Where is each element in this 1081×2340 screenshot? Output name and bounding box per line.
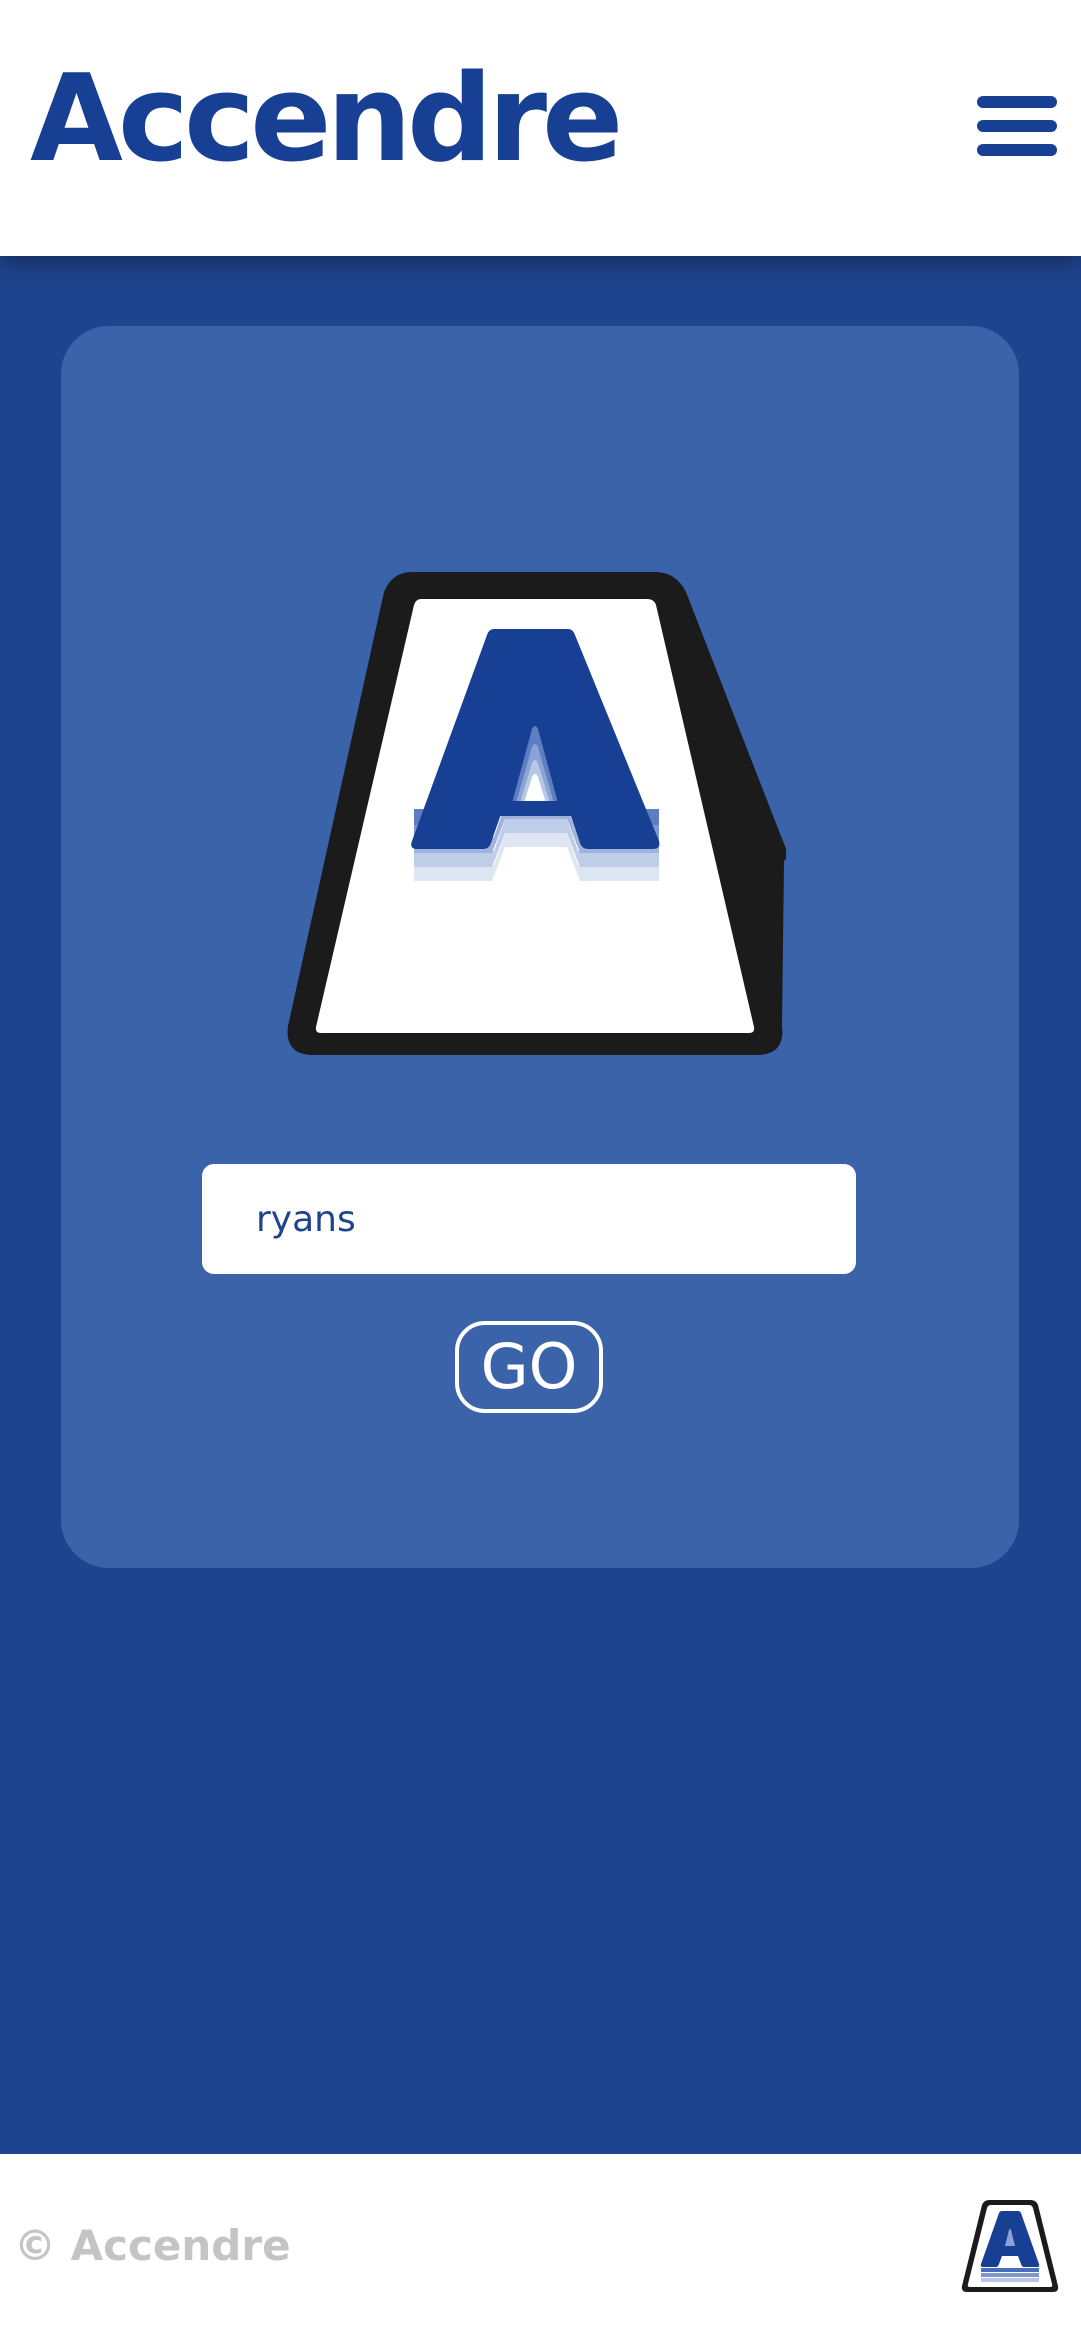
login-card: GO <box>61 326 1019 1568</box>
hamburger-menu-icon[interactable] <box>973 90 1059 162</box>
username-input[interactable] <box>202 1164 856 1274</box>
app-footer: © Accendre <box>0 2154 1081 2340</box>
app-header: Accendre <box>0 0 1081 256</box>
copyright-text: © Accendre <box>14 2221 291 2270</box>
accendre-a-logo-icon <box>287 572 786 1055</box>
go-button[interactable]: GO <box>455 1321 603 1413</box>
brand-logo-text[interactable]: Accendre <box>30 50 623 190</box>
accendre-a-logo-icon[interactable] <box>960 2198 1060 2294</box>
